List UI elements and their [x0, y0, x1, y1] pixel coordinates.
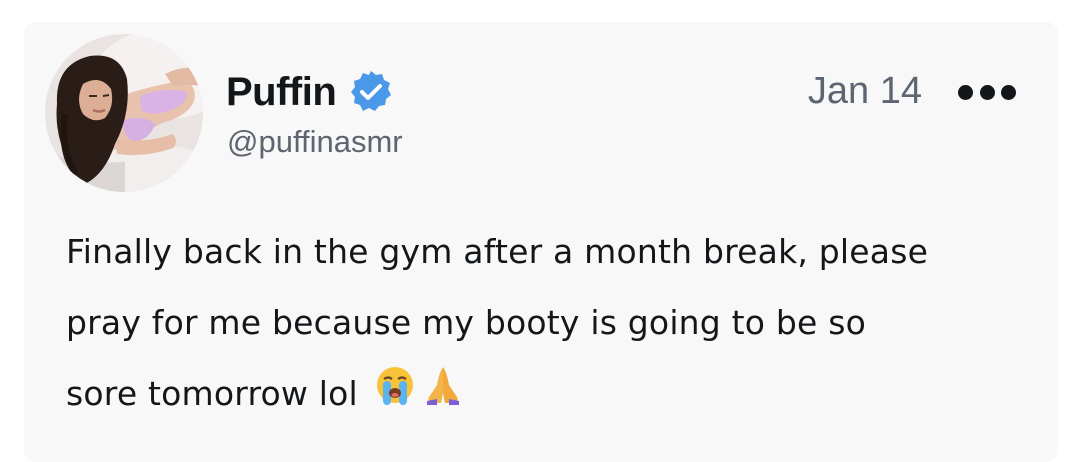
post-text-line: pray for me because my booty is going to…: [66, 303, 866, 342]
post-text-line: sore tomorrow lol: [66, 374, 358, 413]
post-text: Finally back in the gym after a month br…: [66, 216, 1026, 431]
post-text-line: Finally back in the gym after a month br…: [66, 232, 929, 271]
author-name-row: Puffin: [226, 64, 394, 120]
dot-icon: [1001, 84, 1016, 100]
more-options-icon[interactable]: [958, 82, 1016, 102]
dot-icon: [979, 84, 995, 100]
post-text-line-last: sore tomorrow lol: [66, 358, 1026, 431]
loudly-crying-face-icon: [373, 360, 417, 431]
avatar[interactable]: [45, 34, 203, 192]
author-name[interactable]: Puffin: [226, 70, 337, 115]
verified-badge-icon: [348, 69, 394, 115]
post-date[interactable]: Jan 14: [808, 70, 922, 113]
dot-icon: [958, 84, 973, 100]
folded-hands-icon: [421, 360, 465, 431]
author-handle[interactable]: @puffinasmr: [227, 124, 403, 160]
